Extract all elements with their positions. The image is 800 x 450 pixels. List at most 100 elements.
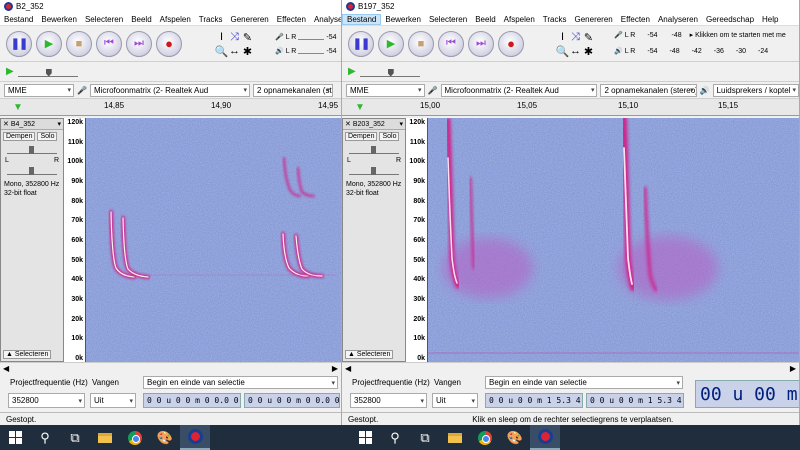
menu-item[interactable]: Effecten xyxy=(617,15,654,24)
envelope-tool-icon[interactable]: ⤨ xyxy=(230,31,239,44)
draw-tool-icon[interactable]: ✎ xyxy=(243,31,252,44)
gain-slider[interactable] xyxy=(349,146,399,154)
play-at-speed-icon[interactable]: ▶ xyxy=(348,66,356,77)
selection-end-time[interactable]: 0 0 u 0 0 m 1 5.3 4 6 s xyxy=(586,393,684,408)
channels-select[interactable]: 2 opnamekanalen (stereo) xyxy=(600,83,697,97)
windows-icon[interactable] xyxy=(350,425,380,450)
multi-tool-icon[interactable]: ✱ xyxy=(243,45,252,58)
spectrogram[interactable] xyxy=(86,118,342,362)
speaker-icon[interactable]: 🔊 xyxy=(614,47,623,55)
menu-item[interactable]: Bestand xyxy=(342,13,382,25)
menu-item[interactable]: Gereedschap xyxy=(702,15,758,24)
menu-item[interactable]: Tracks xyxy=(539,15,571,24)
speaker-icon[interactable]: 🔊 xyxy=(275,47,284,55)
project-rate-select[interactable]: 352800 xyxy=(8,393,85,408)
mute-button[interactable]: Dempen xyxy=(345,132,378,141)
skip-end-button[interactable]: ⏭ xyxy=(468,30,494,57)
timeline-ruler[interactable]: ▼ 15,00 15,05 15,10 15,15 xyxy=(342,99,799,116)
pan-slider[interactable] xyxy=(349,167,399,175)
pause-button[interactable]: ❚❚ xyxy=(348,30,374,57)
close-icon[interactable]: ✕ xyxy=(3,120,9,128)
pan-slider[interactable] xyxy=(7,167,57,175)
skip-start-button[interactable]: ⏮ xyxy=(438,30,464,57)
menu-item[interactable]: Tracks xyxy=(195,15,227,24)
skip-start-button[interactable]: ⏮ xyxy=(96,30,122,57)
track-name[interactable]: B4_352 xyxy=(11,121,35,128)
paint-icon[interactable]: 🎨 xyxy=(150,425,180,450)
menu-item[interactable]: Bestand xyxy=(0,15,37,24)
timeshift-tool-icon[interactable]: ↔ xyxy=(570,45,581,57)
file-explorer-icon[interactable] xyxy=(90,425,120,450)
multi-tool-icon[interactable]: ✱ xyxy=(584,45,593,58)
snap-select[interactable]: Uit xyxy=(432,393,478,408)
menu-item[interactable]: Analyseren xyxy=(654,15,702,24)
skip-end-button[interactable]: ⏭ xyxy=(126,30,152,57)
menu-item[interactable]: Selecteren xyxy=(425,15,471,24)
chevron-down-icon[interactable]: ▾ xyxy=(399,120,403,128)
scroll-right-icon[interactable]: ▶ xyxy=(332,364,338,373)
menu-item[interactable]: Afspelen xyxy=(500,15,539,24)
mute-button[interactable]: Dempen xyxy=(3,132,36,141)
meter-start-hint[interactable]: ▸ Klikken om te starten met me xyxy=(690,31,786,39)
envelope-tool-icon[interactable]: ⤨ xyxy=(571,31,580,44)
menu-item[interactable]: Bewerken xyxy=(37,15,81,24)
microphone-icon[interactable]: 🎤 xyxy=(614,31,623,39)
menu-item[interactable]: Selecteren xyxy=(81,15,127,24)
selection-tool-icon[interactable]: I xyxy=(220,31,223,43)
stop-button[interactable]: ■ xyxy=(66,30,92,57)
audacity-icon[interactable] xyxy=(180,425,210,450)
track-name[interactable]: B203_352 xyxy=(353,121,385,128)
task-view-icon[interactable]: ⧉ xyxy=(410,425,440,450)
microphone-icon[interactable]: 🎤 xyxy=(275,33,284,41)
selection-mode-select[interactable]: Begin en einde van selectie xyxy=(143,376,338,389)
chevron-down-icon[interactable]: ▾ xyxy=(57,120,61,128)
search-icon[interactable]: ⚲ xyxy=(380,425,410,450)
selection-end-time[interactable]: 0 0 u 0 0 m 0 0.0 0 0 s xyxy=(244,393,340,408)
menu-item[interactable]: Bewerken xyxy=(381,15,425,24)
scroll-right-icon[interactable]: ▶ xyxy=(790,364,796,373)
speed-slider[interactable] xyxy=(17,67,78,77)
menu-item[interactable]: Analyseren xyxy=(310,15,341,24)
chrome-icon[interactable] xyxy=(470,425,500,450)
horizontal-scrollbar[interactable]: ◀ ▶ xyxy=(0,362,341,374)
search-icon[interactable]: ⚲ xyxy=(30,425,60,450)
audio-host-select[interactable]: MME xyxy=(4,83,74,97)
menu-item[interactable]: Effecten xyxy=(273,15,310,24)
recording-device-select[interactable]: Microfoonmatrix (2- Realtek Aud xyxy=(89,83,250,97)
select-button[interactable]: ▲ Selecteren xyxy=(345,350,394,359)
play-button[interactable]: ▶ xyxy=(378,30,404,57)
record-button[interactable]: ● xyxy=(156,30,182,57)
record-button[interactable]: ● xyxy=(498,30,524,57)
stop-button[interactable]: ■ xyxy=(408,30,434,57)
snap-select[interactable]: Uit xyxy=(90,393,136,408)
scroll-left-icon[interactable]: ◀ xyxy=(3,364,9,373)
play-at-speed-icon[interactable]: ▶ xyxy=(6,66,14,77)
windows-icon[interactable] xyxy=(0,425,30,450)
menu-item[interactable]: Help xyxy=(758,15,782,24)
playback-device-select[interactable]: Luidsprekers / koptel xyxy=(712,83,799,97)
paint-icon[interactable]: 🎨 xyxy=(500,425,530,450)
scroll-left-icon[interactable]: ◀ xyxy=(345,364,351,373)
gain-slider[interactable] xyxy=(7,146,57,154)
menu-item[interactable]: Genereren xyxy=(227,15,273,24)
task-view-icon[interactable]: ⧉ xyxy=(60,425,90,450)
zoom-tool-icon[interactable]: 🔍 xyxy=(556,45,570,58)
spectrogram[interactable] xyxy=(428,118,800,362)
menu-item[interactable]: Beeld xyxy=(127,15,155,24)
selection-mode-select[interactable]: Begin en einde van selectie xyxy=(485,376,683,389)
file-explorer-icon[interactable] xyxy=(440,425,470,450)
timeline-ruler[interactable]: ▼ 14,85 14,90 14,95 xyxy=(0,99,341,116)
pause-button[interactable]: ❚❚ xyxy=(6,30,32,57)
draw-tool-icon[interactable]: ✎ xyxy=(584,31,593,44)
project-rate-select[interactable]: 352800 xyxy=(350,393,427,408)
audio-host-select[interactable]: MME xyxy=(346,83,425,97)
select-button[interactable]: ▲ Selecteren xyxy=(3,350,52,359)
play-button[interactable]: ▶ xyxy=(36,30,62,57)
recording-device-select[interactable]: Microfoonmatrix (2- Realtek Aud xyxy=(440,83,598,97)
close-icon[interactable]: ✕ xyxy=(345,120,351,128)
menu-item[interactable]: Beeld xyxy=(471,15,499,24)
selection-start-time[interactable]: 0 0 u 0 0 m 1 5.3 4 6 s xyxy=(485,393,583,408)
speed-slider[interactable] xyxy=(359,67,420,77)
selection-tool-icon[interactable]: I xyxy=(561,31,564,43)
audio-position-display[interactable]: 00 u 00 m 1 xyxy=(695,380,799,408)
